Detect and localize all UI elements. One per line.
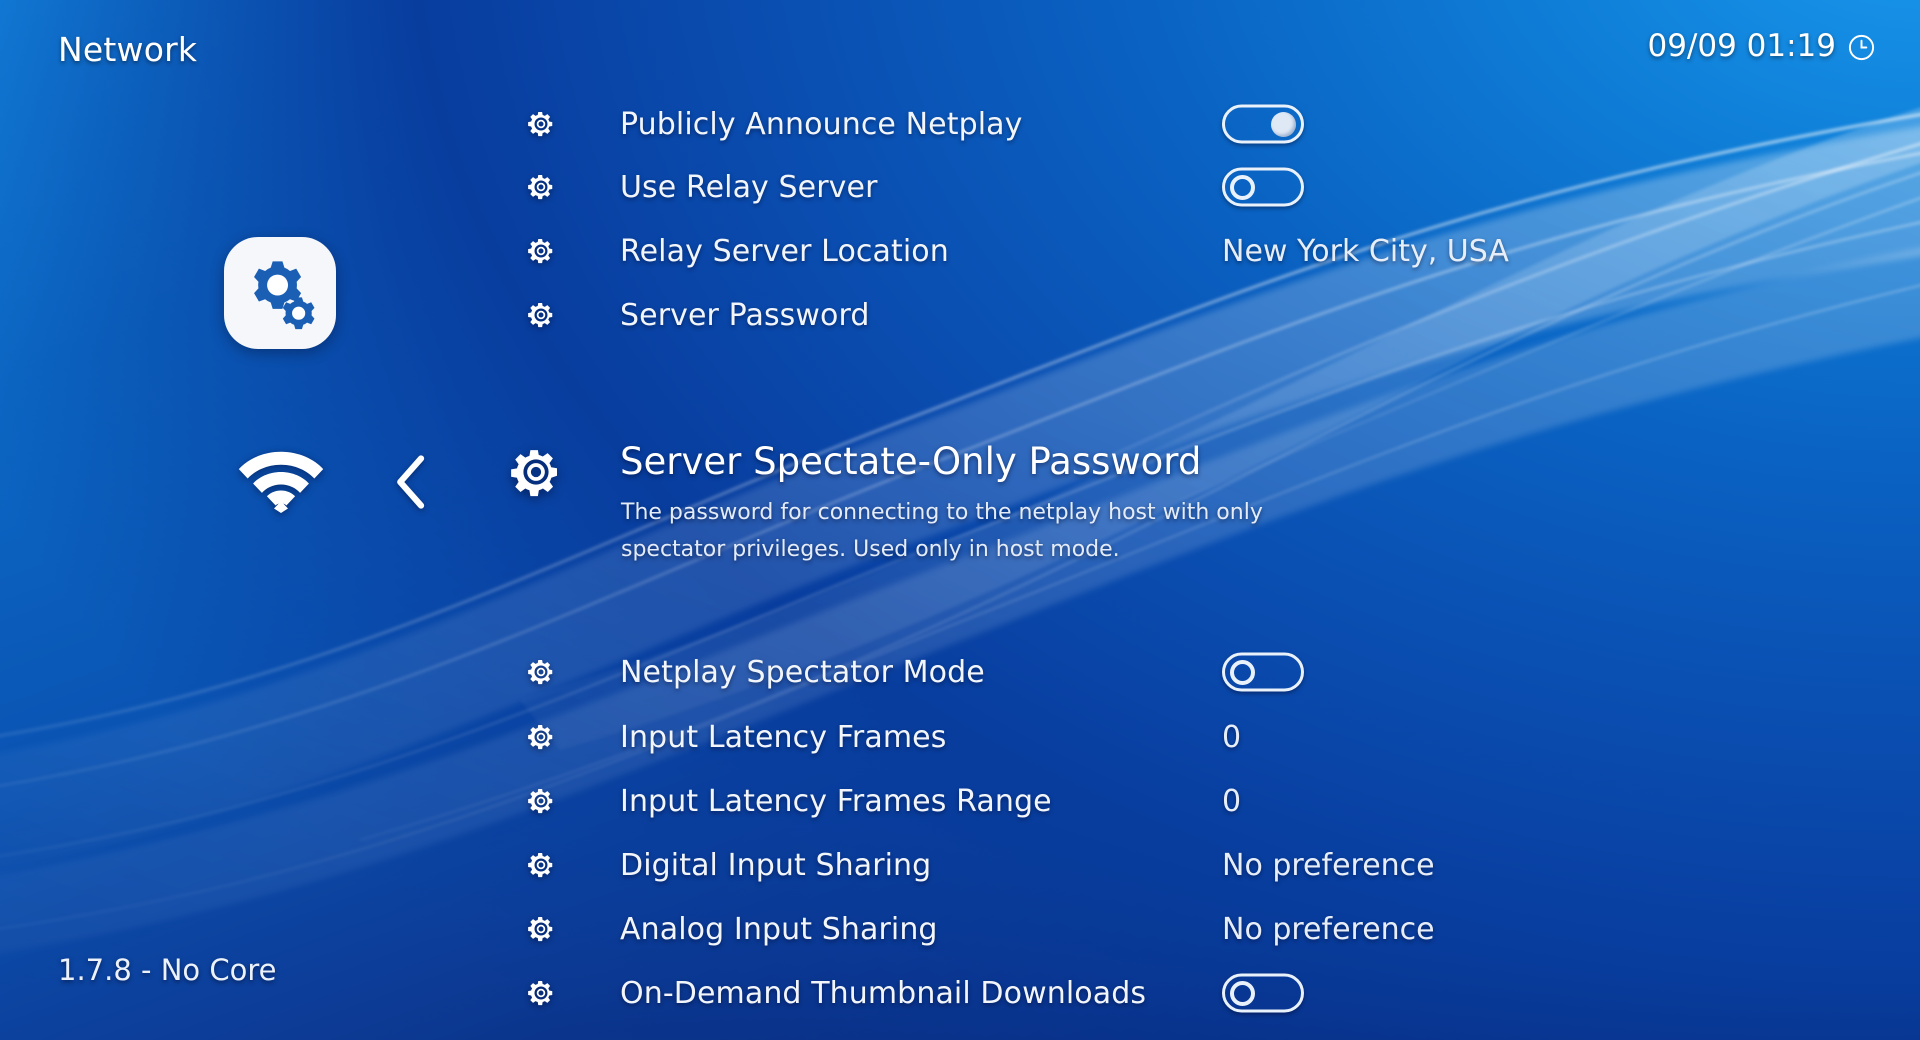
toggle-switch[interactable]	[1222, 652, 1304, 692]
gear-icon	[524, 107, 558, 141]
gear-icon	[524, 784, 558, 818]
menu-row-label: Input Latency Frames	[620, 719, 947, 755]
menu-row-value: No preference	[1222, 911, 1435, 947]
wifi-icon[interactable]	[238, 443, 324, 513]
toggle-knob	[1230, 174, 1255, 200]
menu-row-value: New York City, USA	[1222, 233, 1509, 269]
clock-text: 09/09 01:19	[1647, 28, 1836, 64]
menu-row-label: Input Latency Frames Range	[620, 783, 1052, 819]
menu-row-label: Digital Input Sharing	[620, 847, 932, 883]
footer-version-label: 1.7.8 - No Core	[58, 953, 277, 987]
gear-icon	[524, 848, 558, 882]
gear-icon	[524, 912, 558, 946]
toggle-switch[interactable]	[1222, 104, 1304, 144]
chevron-left-icon[interactable]	[390, 453, 434, 511]
menu-row-label: Relay Server Location	[620, 233, 949, 269]
toggle-switch[interactable]	[1222, 973, 1304, 1013]
menu-row[interactable]: Relay Server Location New York City, USA	[0, 219, 1920, 283]
menu-row-value: No preference	[1222, 847, 1435, 883]
gear-icon	[524, 170, 558, 204]
menu-row-value: 0	[1222, 783, 1242, 819]
menu-row[interactable]: Input Latency Frames Range 0	[0, 769, 1920, 833]
top-bar: Network 09/09 01:19	[0, 0, 1920, 96]
gear-icon	[524, 298, 558, 332]
clock-display: 09/09 01:19	[1647, 28, 1876, 64]
selected-item-sublabel: The password for connecting to the netpl…	[621, 500, 1263, 562]
menu-row[interactable]: Publicly Announce Netplay	[0, 92, 1920, 156]
menu-row[interactable]: Input Latency Frames 0	[0, 705, 1920, 769]
menu-row-label: Server Password	[620, 297, 870, 333]
toggle-switch[interactable]	[1222, 167, 1304, 207]
menu-row-label: Analog Input Sharing	[620, 911, 938, 947]
toggle-knob	[1271, 111, 1296, 137]
menu-row-label: On-Demand Thumbnail Downloads	[620, 975, 1147, 1011]
xmb-menu-screen: Network 09/09 01:19 Publicly Announce Ne…	[0, 0, 1920, 1040]
page-title: Network	[58, 30, 198, 69]
menu-row[interactable]: Netplay Spectator Mode	[0, 640, 1920, 704]
menu-row-label: Publicly Announce Netplay	[620, 106, 1023, 142]
menu-row-value: 0	[1222, 719, 1242, 755]
gear-icon	[524, 976, 558, 1010]
menu-row[interactable]: Analog Input Sharing No preference	[0, 897, 1920, 961]
clock-icon	[1848, 34, 1875, 60]
toggle-knob	[1230, 659, 1255, 685]
menu-row[interactable]: Server Password	[0, 283, 1920, 347]
toggle-knob	[1230, 980, 1255, 1006]
selected-item-label: Server Spectate-Only Password	[620, 440, 1202, 483]
gear-icon	[524, 234, 558, 268]
gear-icon	[524, 655, 558, 689]
gear-icon	[524, 720, 558, 754]
gear-icon	[508, 444, 564, 500]
menu-row[interactable]: Use Relay Server	[0, 155, 1920, 219]
menu-row[interactable]: Digital Input Sharing No preference	[0, 833, 1920, 897]
menu-row-label: Netplay Spectator Mode	[620, 654, 985, 690]
menu-row-label: Use Relay Server	[620, 169, 878, 205]
menu-row[interactable]: On-Demand Thumbnail Downloads	[0, 961, 1920, 1025]
